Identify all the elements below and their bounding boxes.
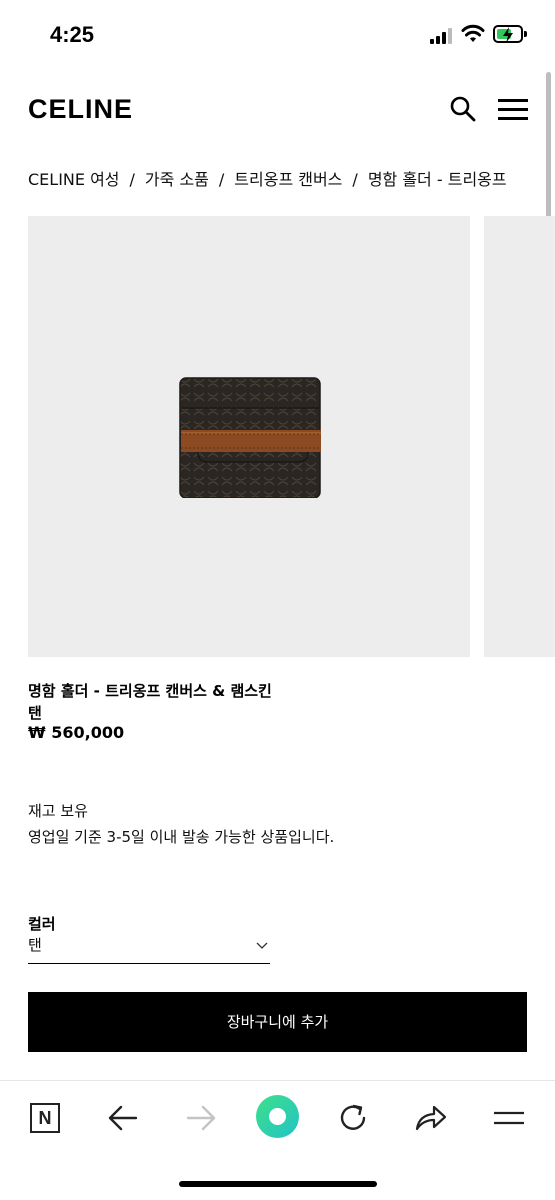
- share-icon: [415, 1105, 447, 1131]
- shipping-note: 영업일 기준 3-5일 이내 발송 가능한 상품입니다.: [28, 828, 335, 846]
- back-button[interactable]: [103, 1098, 143, 1138]
- hamburger-menu-button[interactable]: [498, 97, 530, 123]
- naver-tab-button[interactable]: N: [25, 1098, 65, 1138]
- browser-menu-button[interactable]: [489, 1098, 529, 1138]
- product-image-next[interactable]: [484, 216, 555, 657]
- green-home-button[interactable]: [256, 1095, 299, 1138]
- reload-icon: [340, 1104, 366, 1130]
- breadcrumb-item-celine-women[interactable]: CELINE 여성: [28, 170, 120, 189]
- search-button[interactable]: [449, 95, 477, 123]
- breadcrumb-item-current: 명함 홀더 - 트리옹프: [367, 170, 507, 189]
- color-label: 컬러: [28, 915, 56, 933]
- product-price: ₩ 560,000: [28, 723, 125, 742]
- breadcrumb-separator: /: [129, 170, 135, 189]
- breadcrumb-separator: /: [218, 170, 225, 189]
- product-image-main[interactable]: [28, 216, 470, 657]
- add-to-cart-button[interactable]: 장바구니에 추가: [28, 992, 527, 1052]
- product-color: 탠: [28, 704, 42, 722]
- color-select[interactable]: 탠: [28, 934, 270, 964]
- home-indicator[interactable]: [179, 1181, 377, 1187]
- breadcrumb: CELINE 여성 / 가죽 소품 / 트리옹프 캔버스 / 명함 홀더 - 트리옹프: [28, 166, 528, 190]
- status-time: 4:25: [50, 22, 95, 47]
- reload-button[interactable]: [333, 1098, 373, 1138]
- breadcrumb-separator: /: [352, 170, 358, 189]
- menu-icon: [494, 1111, 524, 1125]
- share-button[interactable]: [411, 1098, 451, 1138]
- wifi-icon: [461, 24, 485, 42]
- product-name: 명함 홀더 - 트리옹프 캔버스 & 램스킨: [28, 682, 272, 700]
- color-select-value: 탠: [28, 936, 42, 954]
- chevron-down-icon: [256, 942, 268, 949]
- cellular-signal-icon: [430, 28, 454, 44]
- forward-arrow-icon: [186, 1105, 216, 1131]
- naver-n-icon: N: [30, 1103, 60, 1133]
- card-holder-wallet-image: [178, 377, 321, 498]
- celine-logo[interactable]: CELINE: [28, 94, 133, 125]
- breadcrumb-item-leather-goods[interactable]: 가죽 소품: [145, 170, 209, 189]
- breadcrumb-item-triomphe-canvas[interactable]: 트리옹프 캔버스: [234, 170, 342, 189]
- status-bar: 4:25: [0, 0, 555, 70]
- battery-charging-icon: [493, 25, 527, 43]
- stock-status: 재고 보유: [28, 802, 88, 820]
- forward-button[interactable]: [181, 1098, 221, 1138]
- back-arrow-icon: [108, 1105, 138, 1131]
- search-icon: [450, 96, 476, 122]
